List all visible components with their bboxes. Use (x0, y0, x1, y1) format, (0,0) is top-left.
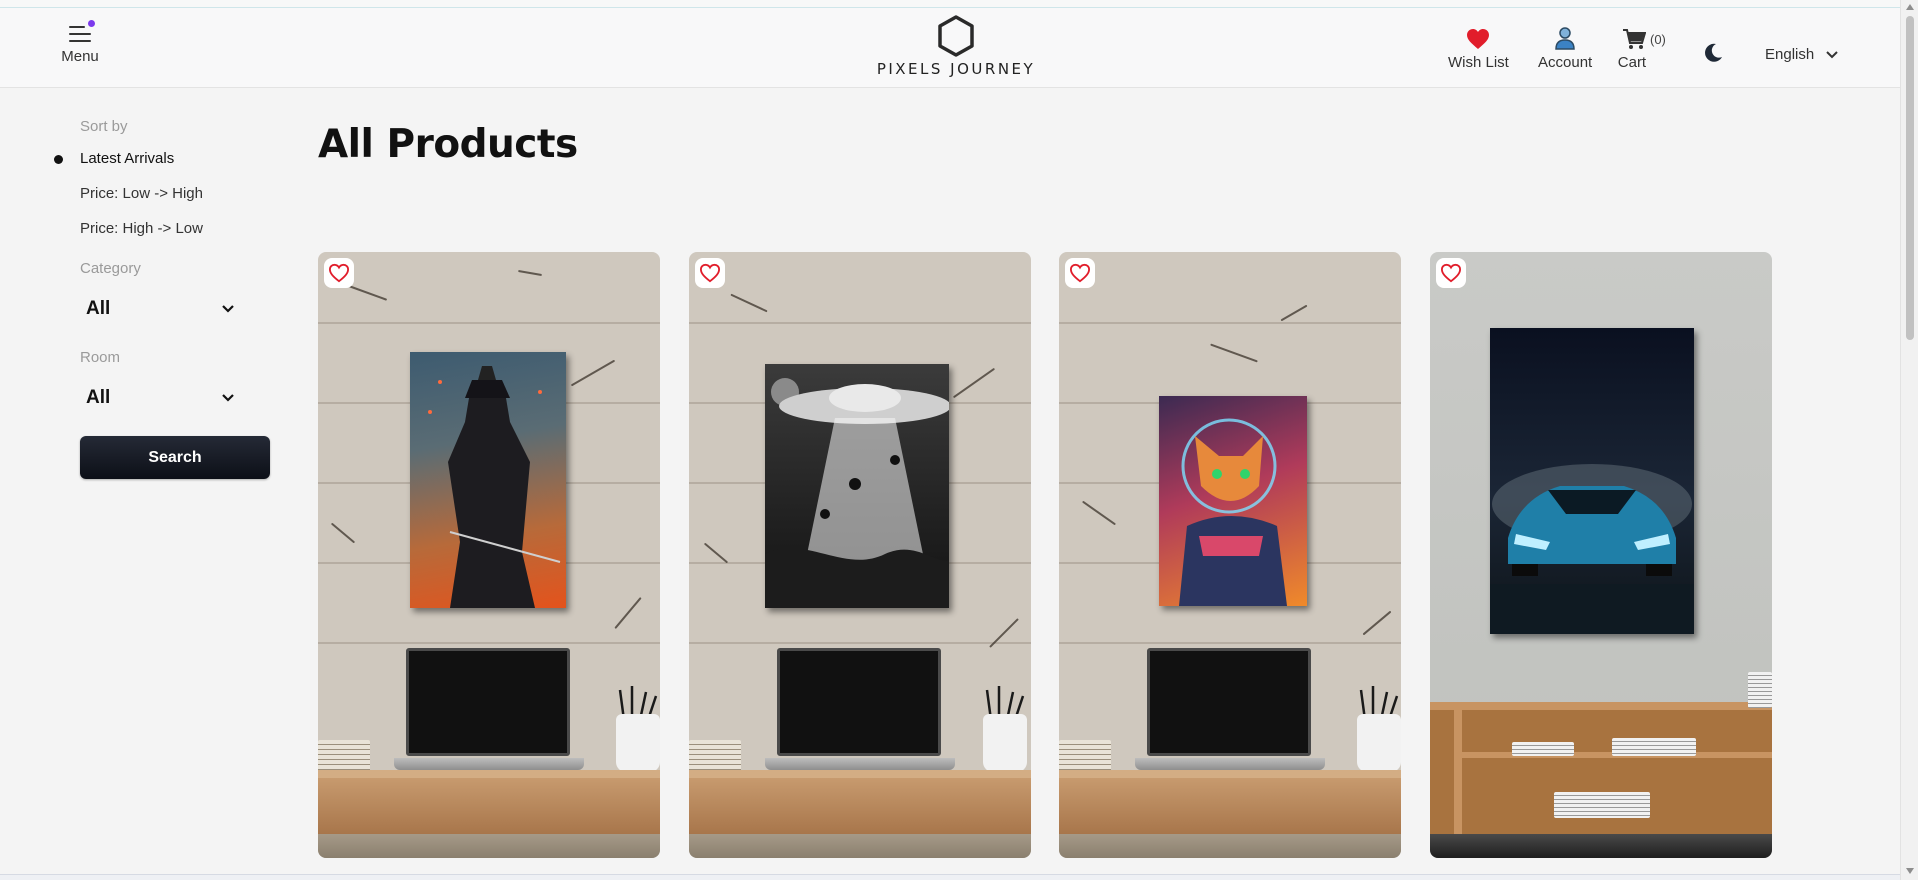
site-header: Menu PIXELS JOURNEY Wish List Account (0… (0, 8, 1900, 88)
moon-icon (1705, 43, 1722, 62)
site-logo[interactable]: PIXELS JOURNEY (876, 14, 1036, 78)
scroll-up-arrow-icon[interactable] (1906, 4, 1914, 10)
search-button[interactable]: Search (80, 436, 270, 479)
chevron-down-icon (222, 394, 234, 402)
heart-outline-icon (1440, 263, 1462, 283)
chevron-down-icon (1826, 50, 1838, 58)
page-title: All Products (318, 122, 578, 167)
books-decor (1512, 742, 1574, 756)
account-label: Account (1538, 54, 1593, 71)
selected-bullet (54, 155, 63, 164)
window-bottom-edge (0, 874, 1900, 880)
language-value: English (1765, 46, 1815, 63)
menu-label: Menu (61, 48, 99, 65)
filter-sidebar: Sort by Latest Arrivals Price: Low -> Hi… (50, 118, 280, 479)
notification-dot (88, 20, 95, 27)
sort-option-label: Price: Low -> High (80, 185, 203, 202)
category-value: All (86, 298, 111, 319)
logo-text: PIXELS JOURNEY (876, 60, 1036, 78)
astronaut-cat-poster-image (1159, 396, 1307, 606)
account-button[interactable]: Account (1538, 22, 1592, 71)
cart-count: (0) (1650, 32, 1666, 47)
product-card-ufo-cats[interactable] (689, 252, 1031, 858)
sort-option-price-desc[interactable]: Price: High -> Low (50, 219, 280, 254)
hexagon-logo-icon (938, 15, 974, 57)
room-select[interactable]: All (80, 380, 240, 416)
laptop-decor (777, 648, 941, 756)
add-to-wishlist-button[interactable] (1065, 258, 1095, 288)
sort-option-label: Price: High -> Low (80, 220, 203, 237)
sports-car-poster-image (1490, 328, 1694, 634)
add-to-wishlist-button[interactable] (695, 258, 725, 288)
desk-decor (689, 778, 1031, 834)
scroll-down-arrow-icon[interactable] (1906, 868, 1914, 874)
window-top-edge (0, 0, 1900, 8)
laptop-decor (406, 648, 570, 756)
language-select[interactable]: English (1765, 46, 1838, 63)
heart-outline-icon (328, 263, 350, 283)
product-card-samurai[interactable] (318, 252, 660, 858)
ufo-cats-poster-image (765, 364, 949, 608)
wishlist-button[interactable]: Wish List (1448, 22, 1509, 71)
heart-icon (1467, 29, 1490, 49)
add-to-wishlist-button[interactable] (324, 258, 354, 288)
dark-mode-toggle[interactable] (1702, 42, 1724, 69)
product-card-sports-car[interactable] (1430, 252, 1772, 858)
page-scrollbar[interactable] (1900, 0, 1918, 880)
desk-decor (1059, 778, 1401, 834)
category-title: Category (80, 260, 141, 277)
add-to-wishlist-button[interactable] (1436, 258, 1466, 288)
chevron-down-icon (222, 305, 234, 313)
cart-label: Cart (1617, 54, 1647, 71)
sort-option-latest[interactable]: Latest Arrivals (50, 149, 280, 184)
room-title: Room (80, 349, 121, 366)
desk-decor (318, 778, 660, 834)
scrollbar-thumb[interactable] (1906, 16, 1914, 340)
sort-options: Latest Arrivals Price: Low -> High Price… (50, 149, 280, 254)
wishlist-label: Wish List (1448, 54, 1509, 71)
sort-option-price-asc[interactable]: Price: Low -> High (50, 184, 280, 219)
category-select[interactable]: All (80, 291, 240, 327)
cart-icon (1623, 29, 1646, 49)
menu-button[interactable]: Menu (58, 20, 102, 65)
sort-title: Sort by (80, 118, 128, 135)
cart-button[interactable]: (0) Cart (1618, 22, 1666, 71)
room-value: All (86, 387, 111, 408)
heart-outline-icon (699, 263, 721, 283)
samurai-poster-image (410, 352, 566, 608)
product-card-astronaut-cat[interactable] (1059, 252, 1401, 858)
user-icon (1555, 27, 1575, 50)
heart-outline-icon (1069, 263, 1091, 283)
sort-option-label: Latest Arrivals (80, 150, 175, 167)
laptop-decor (1147, 648, 1311, 756)
hamburger-icon (69, 20, 95, 42)
